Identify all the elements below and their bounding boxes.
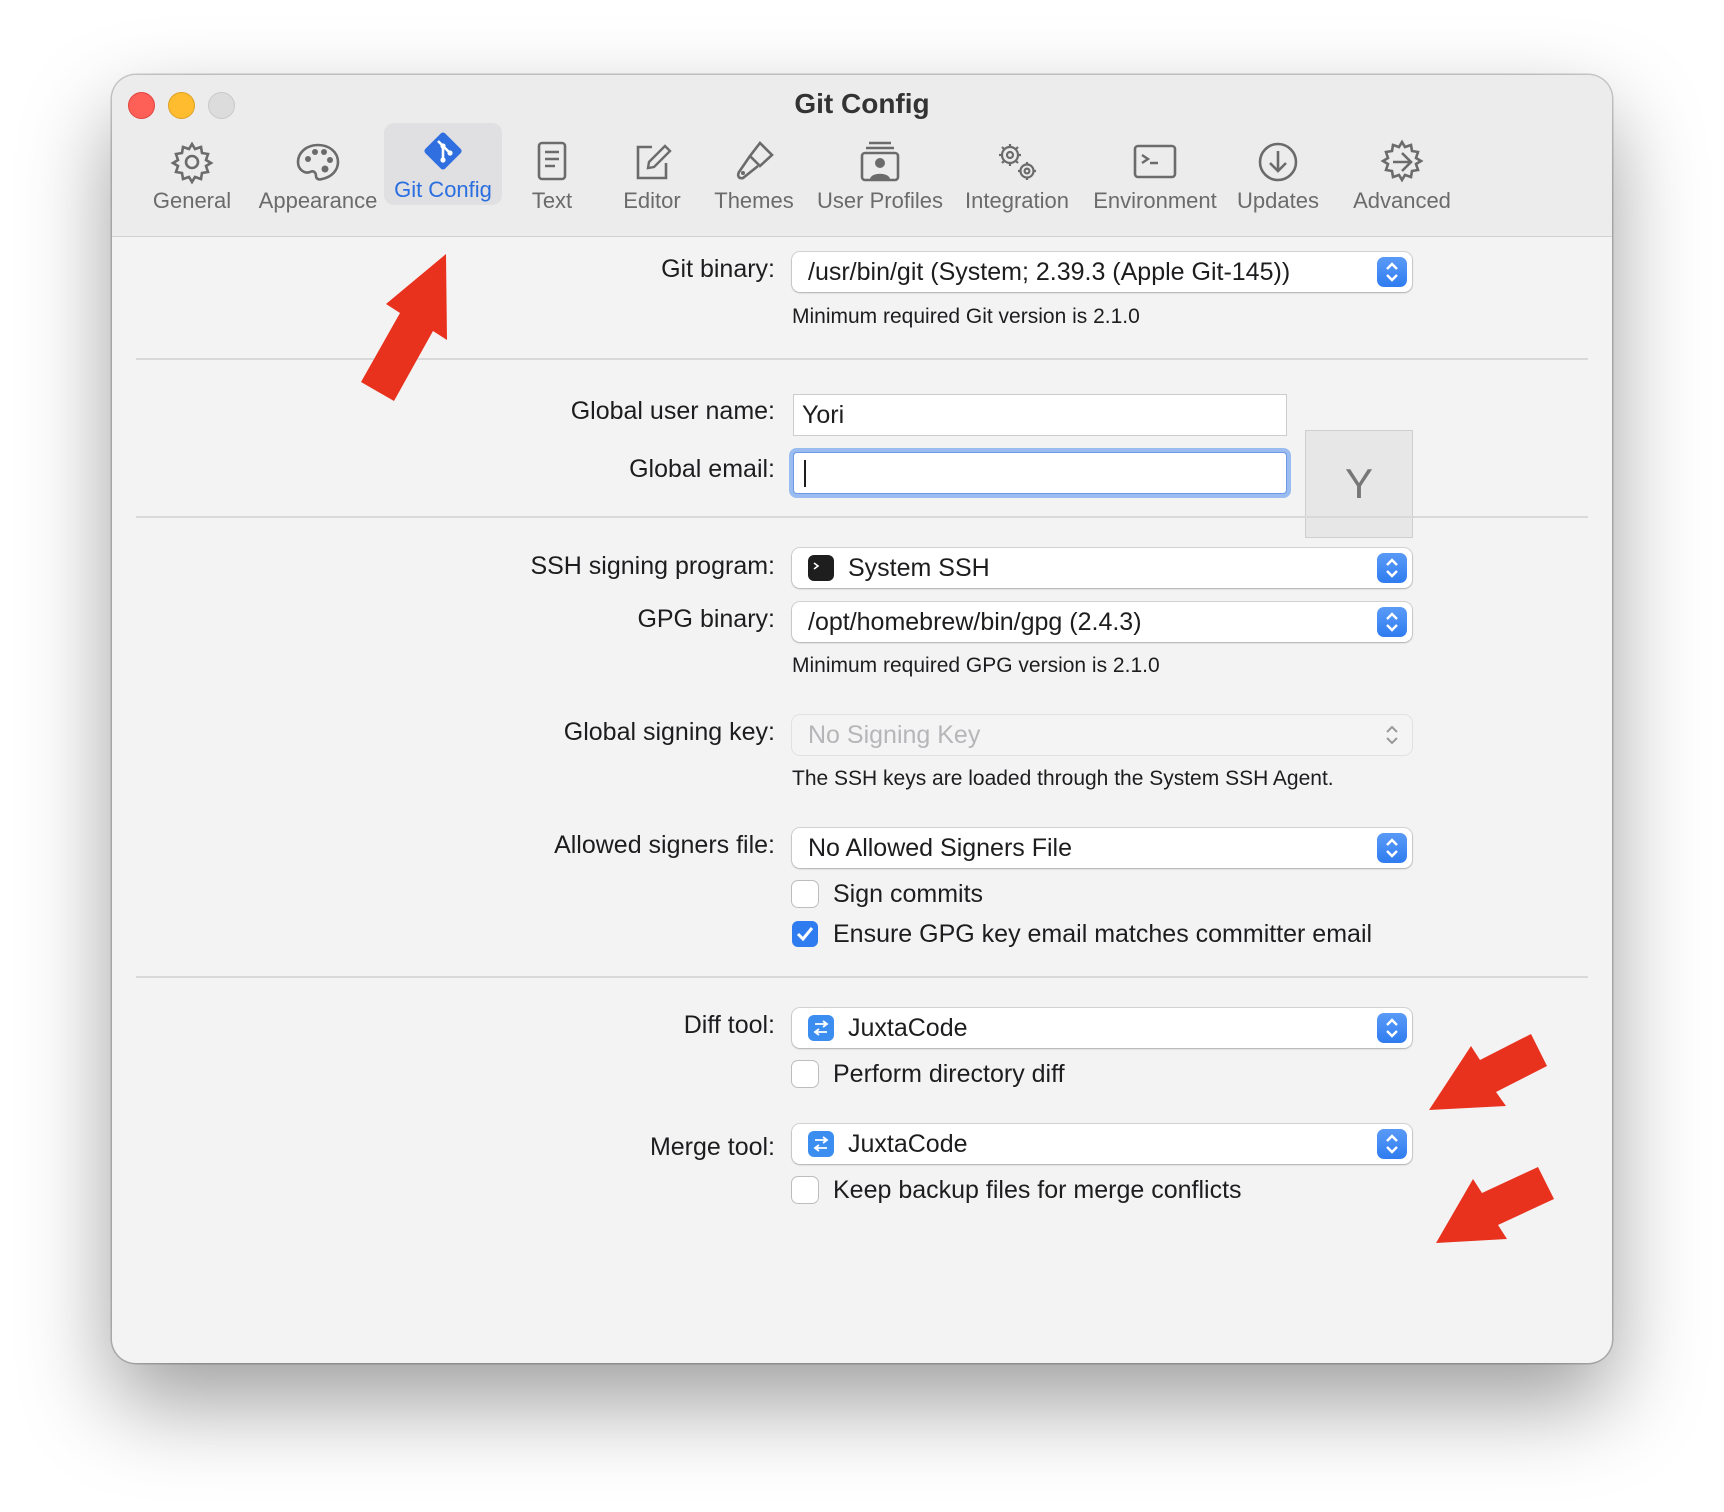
tab-general[interactable]: General bbox=[148, 132, 236, 222]
gpg-version-note: Minimum required GPG version is 2.1.0 bbox=[792, 654, 1160, 677]
chevron-updown-icon bbox=[1380, 721, 1404, 754]
sign-commits-label: Sign commits bbox=[833, 880, 984, 908]
tab-label: Environment bbox=[1093, 188, 1217, 213]
git-version-note: Minimum required Git version is 2.1.0 bbox=[792, 305, 1140, 328]
keep-backup-checkbox[interactable] bbox=[792, 1177, 818, 1203]
tab-git-config[interactable]: Git Config bbox=[384, 123, 502, 205]
tab-label: Advanced bbox=[1353, 188, 1451, 213]
edit-icon bbox=[636, 144, 672, 180]
merge-tool-value: JuxtaCode bbox=[848, 1130, 968, 1158]
tab-label: Text bbox=[531, 188, 573, 213]
section-divider bbox=[136, 358, 1588, 360]
tab-environment[interactable]: Environment bbox=[1092, 132, 1218, 222]
email-field[interactable] bbox=[794, 453, 1286, 493]
diff-tool-value: JuxtaCode bbox=[848, 1014, 968, 1042]
tab-label: Themes bbox=[714, 188, 794, 213]
section-divider bbox=[136, 516, 1588, 518]
download-icon bbox=[1258, 142, 1298, 182]
popup-stepper-icon bbox=[1377, 1013, 1407, 1043]
ssh-agent-note: The SSH keys are loaded through the Syst… bbox=[792, 767, 1334, 790]
diff-tool-label: Diff tool: bbox=[683, 1011, 775, 1039]
tab-label: Integration bbox=[965, 188, 1069, 213]
brush-icon bbox=[736, 141, 774, 180]
tab-appearance[interactable]: Appearance bbox=[248, 132, 388, 222]
ssh-program-label: SSH signing program: bbox=[530, 552, 775, 580]
diff-tool-popup[interactable]: JuxtaCode bbox=[792, 1008, 1412, 1048]
tab-editor[interactable]: Editor bbox=[612, 132, 692, 222]
git-binary-popup[interactable]: /usr/bin/git (System; 2.39.3 (Apple Git-… bbox=[792, 252, 1412, 292]
gear-icon bbox=[170, 141, 214, 185]
section-divider bbox=[136, 976, 1588, 978]
gpg-binary-label: GPG binary: bbox=[637, 605, 775, 633]
tab-user-profiles[interactable]: User Profiles bbox=[816, 132, 944, 222]
sign-commits-checkbox[interactable] bbox=[792, 881, 818, 907]
juxtacode-app-icon bbox=[808, 1015, 834, 1041]
signing-key-label: Global signing key: bbox=[563, 718, 775, 746]
user-name-value: Yori bbox=[802, 401, 845, 429]
tab-updates[interactable]: Updates bbox=[1229, 132, 1327, 222]
user-name-label: Global user name: bbox=[570, 397, 775, 425]
gpg-binary-popup[interactable]: /opt/homebrew/bin/gpg (2.4.3) bbox=[792, 602, 1412, 642]
git-binary-value: /usr/bin/git (System; 2.39.3 (Apple Git-… bbox=[808, 258, 1291, 286]
git-icon bbox=[424, 132, 462, 170]
ensure-email-label: Ensure GPG key email matches committer e… bbox=[833, 920, 1373, 948]
window-title: Git Config bbox=[794, 88, 930, 119]
checkmark-icon bbox=[796, 927, 814, 942]
tab-advanced[interactable]: Advanced bbox=[1344, 132, 1460, 222]
merge-tool-label: Merge tool: bbox=[649, 1133, 775, 1161]
email-label: Global email: bbox=[629, 455, 775, 483]
terminal-icon bbox=[1133, 144, 1177, 179]
tab-integration[interactable]: Integration bbox=[958, 132, 1076, 222]
tab-label: Appearance bbox=[258, 188, 378, 213]
tab-label: Editor bbox=[623, 188, 681, 213]
directory-diff-checkbox[interactable] bbox=[792, 1061, 818, 1087]
allowed-signers-popup[interactable]: No Allowed Signers File bbox=[792, 828, 1412, 868]
popup-stepper-icon bbox=[1377, 607, 1407, 637]
popup-stepper-icon bbox=[1377, 833, 1407, 863]
text-caret bbox=[804, 460, 806, 487]
avatar[interactable]: Y bbox=[1305, 430, 1413, 538]
advanced-gear-icon bbox=[1380, 139, 1424, 183]
gears-icon bbox=[999, 144, 1036, 180]
gpg-binary-value: /opt/homebrew/bin/gpg (2.4.3) bbox=[808, 608, 1142, 636]
annotation-arrow-icon bbox=[361, 254, 447, 401]
directory-diff-label: Perform directory diff bbox=[833, 1060, 1065, 1088]
ssh-program-popup[interactable]: System SSH bbox=[792, 548, 1412, 588]
signing-key-popup[interactable]: No Signing Key bbox=[792, 715, 1412, 755]
palette-icon bbox=[296, 143, 340, 181]
tab-label: Updates bbox=[1237, 188, 1319, 213]
user-name-field[interactable]: Yori bbox=[794, 395, 1286, 435]
user-profiles-icon bbox=[860, 141, 900, 182]
terminal-app-icon bbox=[808, 555, 834, 581]
keep-backup-label: Keep backup files for merge conflicts bbox=[833, 1176, 1242, 1204]
document-icon bbox=[537, 141, 567, 181]
annotation-arrow-icon bbox=[1429, 1034, 1547, 1110]
ssh-program-value: System SSH bbox=[848, 554, 990, 582]
preferences-window: Git Config General Appearance Git Config… bbox=[112, 75, 1612, 1363]
popup-stepper-icon bbox=[1377, 257, 1407, 287]
tab-themes[interactable]: Themes bbox=[709, 132, 799, 222]
allowed-signers-value: No Allowed Signers File bbox=[808, 834, 1073, 862]
annotation-arrow-icon bbox=[1436, 1167, 1554, 1243]
tab-text[interactable]: Text bbox=[517, 132, 587, 222]
merge-tool-popup[interactable]: JuxtaCode bbox=[792, 1124, 1412, 1164]
git-binary-label: Git binary: bbox=[661, 255, 775, 283]
allowed-signers-label: Allowed signers file: bbox=[554, 831, 775, 859]
toolbar: Git Config General Appearance Git Config… bbox=[112, 75, 1612, 237]
tab-label: General bbox=[152, 188, 232, 213]
juxtacode-app-icon bbox=[808, 1131, 834, 1157]
tab-label: Git Config bbox=[394, 177, 492, 202]
ensure-email-checkbox[interactable] bbox=[792, 921, 818, 947]
signing-key-value: No Signing Key bbox=[808, 721, 981, 749]
popup-stepper-icon bbox=[1377, 1129, 1407, 1159]
popup-stepper-icon bbox=[1377, 553, 1407, 583]
tab-label: User Profiles bbox=[817, 188, 943, 213]
